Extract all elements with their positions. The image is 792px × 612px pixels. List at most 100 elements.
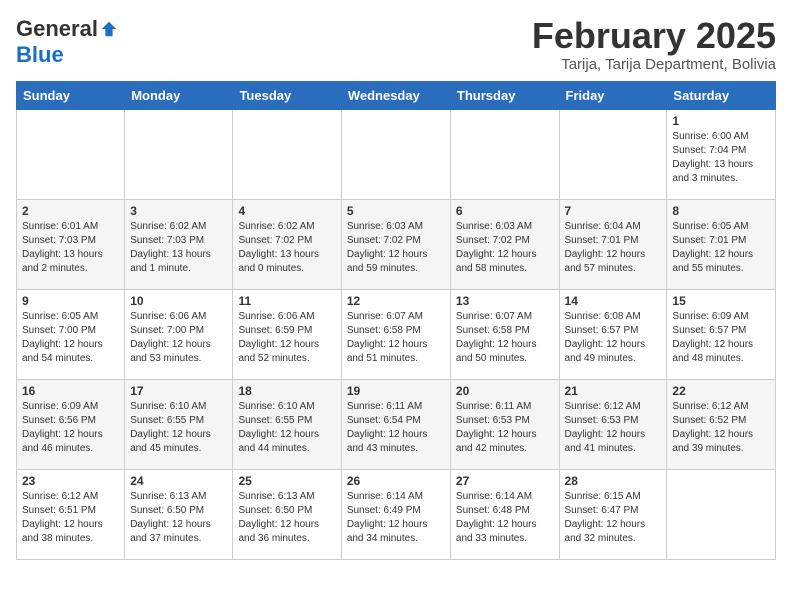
day-number: 19 [347, 384, 445, 398]
day-info: Sunrise: 6:10 AMSunset: 6:55 PMDaylight:… [238, 400, 335, 456]
day-info: Sunrise: 6:07 AMSunset: 6:58 PMDaylight:… [347, 310, 445, 366]
day-info: Sunrise: 6:12 AMSunset: 6:52 PMDaylight:… [672, 400, 770, 456]
calendar-cell: 22 Sunrise: 6:12 AMSunset: 6:52 PMDayligh… [667, 379, 776, 469]
calendar-cell: 8Sunrise: 6:05 AMSunset: 7:01 PMDaylight… [667, 199, 776, 289]
calendar-table: SundayMondayTuesdayWednesdayThursdayFrid… [16, 81, 776, 560]
day-number: 7 [565, 204, 662, 218]
day-number: 14 [565, 294, 662, 308]
calendar-cell: 26 Sunrise: 6:14 AMSunset: 6:49 PMDayligh… [341, 469, 450, 559]
weekday-header-monday: Monday [125, 81, 233, 109]
calendar-week-3: 9 Sunrise: 6:05 AMSunset: 7:00 PMDaylight… [17, 289, 776, 379]
calendar-cell: 21Sunrise: 6:12 AMSunset: 6:53 PMDayligh… [559, 379, 667, 469]
day-info: Sunrise: 6:02 AMSunset: 7:02 PMDaylight:… [238, 220, 335, 276]
day-info: Sunrise: 6:14 AMSunset: 6:49 PMDaylight:… [347, 490, 445, 546]
day-info: Sunrise: 6:11 AMSunset: 6:53 PMDaylight:… [456, 400, 554, 456]
day-info: Sunrise: 6:00 AMSunset: 7:04 PMDaylight:… [672, 130, 770, 186]
calendar-cell: 7 Sunrise: 6:04 AMSunset: 7:01 PMDaylight… [559, 199, 667, 289]
day-number: 24 [130, 474, 227, 488]
calendar-cell: 14 Sunrise: 6:08 AMSunset: 6:57 PMDayligh… [559, 289, 667, 379]
day-info: Sunrise: 6:02 AMSunset: 7:03 PMDaylight:… [130, 220, 227, 276]
day-number: 17 [130, 384, 227, 398]
location: Tarija, Tarija Department, Bolivia [532, 56, 776, 73]
day-number: 5 [347, 204, 445, 218]
day-number: 1 [672, 114, 770, 128]
calendar-cell: 9 Sunrise: 6:05 AMSunset: 7:00 PMDaylight… [17, 289, 125, 379]
day-number: 22 [672, 384, 770, 398]
month-title: February 2025 [532, 16, 776, 56]
calendar-week-2: 2 Sunrise: 6:01 AMSunset: 7:03 PMDaylight… [17, 199, 776, 289]
day-info: Sunrise: 6:06 AMSunset: 6:59 PMDaylight:… [238, 310, 335, 366]
day-number: 23 [22, 474, 119, 488]
day-number: 27 [456, 474, 554, 488]
day-number: 2 [22, 204, 119, 218]
day-info: Sunrise: 6:13 AMSunset: 6:50 PMDaylight:… [130, 490, 227, 546]
day-number: 3 [130, 204, 227, 218]
calendar-cell: 15 Sunrise: 6:09 AMSunset: 6:57 PMDayligh… [667, 289, 776, 379]
day-number: 12 [347, 294, 445, 308]
calendar-cell: 24 Sunrise: 6:13 AMSunset: 6:50 PMDayligh… [125, 469, 233, 559]
calendar-week-5: 23 Sunrise: 6:12 AMSunset: 6:51 PMDayligh… [17, 469, 776, 559]
weekday-header-thursday: Thursday [450, 81, 559, 109]
day-info: Sunrise: 6:01 AMSunset: 7:03 PMDaylight:… [22, 220, 119, 276]
weekday-header-sunday: Sunday [17, 81, 125, 109]
calendar-cell [125, 109, 233, 199]
day-number: 4 [238, 204, 335, 218]
calendar-cell: 13 Sunrise: 6:07 AMSunset: 6:58 PMDayligh… [450, 289, 559, 379]
day-info: Sunrise: 6:10 AMSunset: 6:55 PMDaylight:… [130, 400, 227, 456]
day-info: Sunrise: 6:08 AMSunset: 6:57 PMDaylight:… [565, 310, 662, 366]
day-info: Sunrise: 6:09 AMSunset: 6:57 PMDaylight:… [672, 310, 770, 366]
calendar-cell: 5Sunrise: 6:03 AMSunset: 7:02 PMDaylight… [341, 199, 450, 289]
calendar-cell: 17 Sunrise: 6:10 AMSunset: 6:55 PMDayligh… [125, 379, 233, 469]
day-number: 28 [565, 474, 662, 488]
day-number: 20 [456, 384, 554, 398]
day-number: 21 [565, 384, 662, 398]
calendar-cell [450, 109, 559, 199]
day-number: 13 [456, 294, 554, 308]
day-info: Sunrise: 6:07 AMSunset: 6:58 PMDaylight:… [456, 310, 554, 366]
day-number: 6 [456, 204, 554, 218]
day-number: 10 [130, 294, 227, 308]
calendar-cell: 19 Sunrise: 6:11 AMSunset: 6:54 PMDayligh… [341, 379, 450, 469]
day-info: Sunrise: 6:04 AMSunset: 7:01 PMDaylight:… [565, 220, 662, 276]
day-number: 26 [347, 474, 445, 488]
calendar-cell: 11 Sunrise: 6:06 AMSunset: 6:59 PMDayligh… [233, 289, 341, 379]
calendar-cell: 2 Sunrise: 6:01 AMSunset: 7:03 PMDaylight… [17, 199, 125, 289]
calendar-cell [667, 469, 776, 559]
weekday-header-wednesday: Wednesday [341, 81, 450, 109]
calendar-cell: 25 Sunrise: 6:13 AMSunset: 6:50 PMDayligh… [233, 469, 341, 559]
calendar-cell: 27 Sunrise: 6:14 AMSunset: 6:48 PMDayligh… [450, 469, 559, 559]
calendar-cell [341, 109, 450, 199]
logo-icon [100, 20, 118, 38]
weekday-header-tuesday: Tuesday [233, 81, 341, 109]
day-info: Sunrise: 6:14 AMSunset: 6:48 PMDaylight:… [456, 490, 554, 546]
page-header: General Blue February 2025 Tarija, Tarij… [16, 16, 776, 73]
logo-general-text: General [16, 16, 98, 42]
calendar-cell: 28 Sunrise: 6:15 AMSunset: 6:47 PMDayligh… [559, 469, 667, 559]
weekday-header-row: SundayMondayTuesdayWednesdayThursdayFrid… [17, 81, 776, 109]
calendar-cell: 6 Sunrise: 6:03 AMSunset: 7:02 PMDaylight… [450, 199, 559, 289]
calendar-cell: 10Sunrise: 6:06 AMSunset: 7:00 PMDayligh… [125, 289, 233, 379]
day-info: Sunrise: 6:03 AMSunset: 7:02 PMDaylight:… [456, 220, 554, 276]
day-number: 9 [22, 294, 119, 308]
calendar-cell [17, 109, 125, 199]
day-number: 25 [238, 474, 335, 488]
day-info: Sunrise: 6:12 AMSunset: 6:51 PMDaylight:… [22, 490, 119, 546]
day-info: Sunrise: 6:05 AMSunset: 7:00 PMDaylight:… [22, 310, 119, 366]
calendar-cell: 16 Sunrise: 6:09 AMSunset: 6:56 PMDayligh… [17, 379, 125, 469]
calendar-week-4: 16 Sunrise: 6:09 AMSunset: 6:56 PMDayligh… [17, 379, 776, 469]
calendar-cell: 4 Sunrise: 6:02 AMSunset: 7:02 PMDaylight… [233, 199, 341, 289]
day-info: Sunrise: 6:09 AMSunset: 6:56 PMDaylight:… [22, 400, 119, 456]
day-info: Sunrise: 6:11 AMSunset: 6:54 PMDaylight:… [347, 400, 445, 456]
logo: General Blue [16, 16, 118, 68]
weekday-header-saturday: Saturday [667, 81, 776, 109]
day-number: 11 [238, 294, 335, 308]
day-info: Sunrise: 6:13 AMSunset: 6:50 PMDaylight:… [238, 490, 335, 546]
calendar-cell [559, 109, 667, 199]
day-number: 15 [672, 294, 770, 308]
calendar-cell: 23 Sunrise: 6:12 AMSunset: 6:51 PMDayligh… [17, 469, 125, 559]
title-section: February 2025 Tarija, Tarija Department,… [532, 16, 776, 73]
day-number: 8 [672, 204, 770, 218]
day-info: Sunrise: 6:15 AMSunset: 6:47 PMDaylight:… [565, 490, 662, 546]
day-number: 16 [22, 384, 119, 398]
calendar-week-1: 1 Sunrise: 6:00 AMSunset: 7:04 PMDaylight… [17, 109, 776, 199]
